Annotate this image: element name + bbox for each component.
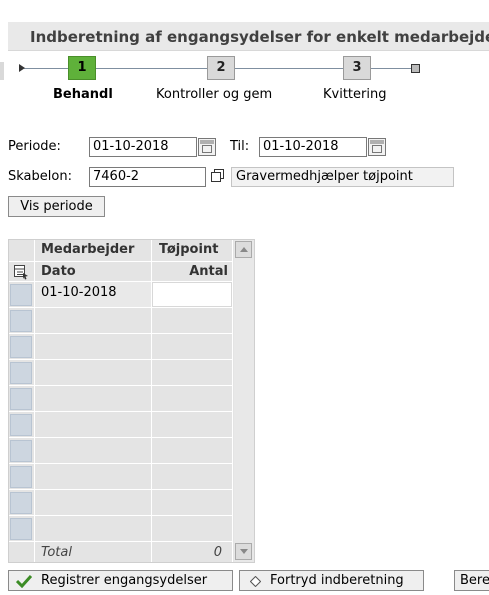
page-title: Indberetning af engangsydelser for enkel… [30, 28, 489, 46]
register-button-label: Registrer engangsydelser [41, 573, 208, 588]
column-header-antal[interactable]: Antal [152, 264, 228, 279]
grid-divider [9, 463, 232, 464]
periode-input[interactable]: 01-10-2018 [89, 137, 197, 157]
table-settings-icon[interactable] [13, 264, 29, 280]
til-label: Til: [230, 139, 250, 154]
grid-divider [9, 333, 232, 334]
row-selector[interactable] [10, 284, 32, 306]
row-selector[interactable] [10, 336, 32, 358]
periode-calendar-icon[interactable] [198, 138, 216, 156]
grid-divider [9, 261, 232, 262]
diamond-icon [250, 576, 261, 587]
column-group-medarbejder: Medarbejder [41, 242, 135, 257]
wizard-step-label-kvittering: Kvittering [323, 87, 387, 102]
cell-dato: 01-10-2018 [41, 285, 117, 300]
skabelon-input[interactable]: 7460-2 [89, 167, 206, 187]
grid-divider [9, 385, 232, 386]
scroll-down-button[interactable] [235, 543, 252, 560]
scroll-up-icon [240, 247, 248, 252]
periode-label: Periode: [8, 139, 61, 154]
row-selector[interactable] [10, 518, 32, 540]
til-calendar-icon[interactable] [368, 138, 386, 156]
grid-divider [9, 307, 232, 308]
column-header-dato[interactable]: Dato [41, 264, 76, 279]
column-group-toejpoint: Tøjpoint [159, 242, 219, 257]
grid-divider [9, 515, 232, 516]
wizard-step-label-kontroller: Kontroller og gem [156, 87, 273, 102]
grid-divider [9, 411, 232, 412]
vis-periode-button[interactable]: Vis periode [8, 196, 105, 217]
wizard-step-2[interactable]: 2 [207, 56, 235, 80]
left-edge-tab [0, 62, 4, 80]
grid-divider [9, 489, 232, 490]
wizard-step-1[interactable]: 1 [68, 56, 96, 80]
wizard-end-square-icon [411, 64, 420, 73]
total-label: Total [41, 545, 72, 560]
register-button[interactable]: Registrer engangsydelser [8, 570, 233, 591]
row-selector[interactable] [10, 388, 32, 410]
row-selector[interactable] [10, 414, 32, 436]
wizard-step-label-behandl: Behandl [53, 87, 113, 102]
skabelon-lookup-icon[interactable] [211, 169, 225, 183]
grid-divider [232, 240, 233, 562]
next-button[interactable]: Beregn [454, 570, 489, 591]
page-header: Indberetning af engangsydelser for enkel… [8, 22, 489, 51]
row-selector[interactable] [10, 440, 32, 462]
skabelon-label: Skabelon: [8, 169, 72, 184]
row-selector[interactable] [10, 362, 32, 384]
wizard-start-arrow-icon [19, 64, 25, 72]
scroll-down-icon [240, 549, 248, 554]
wizard-step-3[interactable]: 3 [343, 56, 371, 80]
til-input[interactable]: 01-10-2018 [259, 137, 367, 157]
check-icon [16, 574, 32, 588]
skabelon-description: Gravermedhjælper tøjpoint [231, 167, 454, 187]
total-value: 0 [213, 545, 222, 560]
row-selector[interactable] [10, 310, 32, 332]
cell-antal-input[interactable] [152, 282, 232, 307]
grid-scrollbar[interactable] [234, 240, 254, 562]
grid-divider [9, 359, 232, 360]
row-selector[interactable] [10, 466, 32, 488]
cancel-button[interactable]: Fortryd indberetning [239, 570, 424, 591]
scroll-up-button[interactable] [235, 241, 252, 258]
cancel-button-label: Fortryd indberetning [270, 573, 404, 588]
row-selector[interactable] [10, 492, 32, 514]
table-row[interactable]: 01-10-2018 [35, 282, 151, 307]
grid-divider [9, 541, 232, 542]
grid-divider [9, 437, 232, 438]
